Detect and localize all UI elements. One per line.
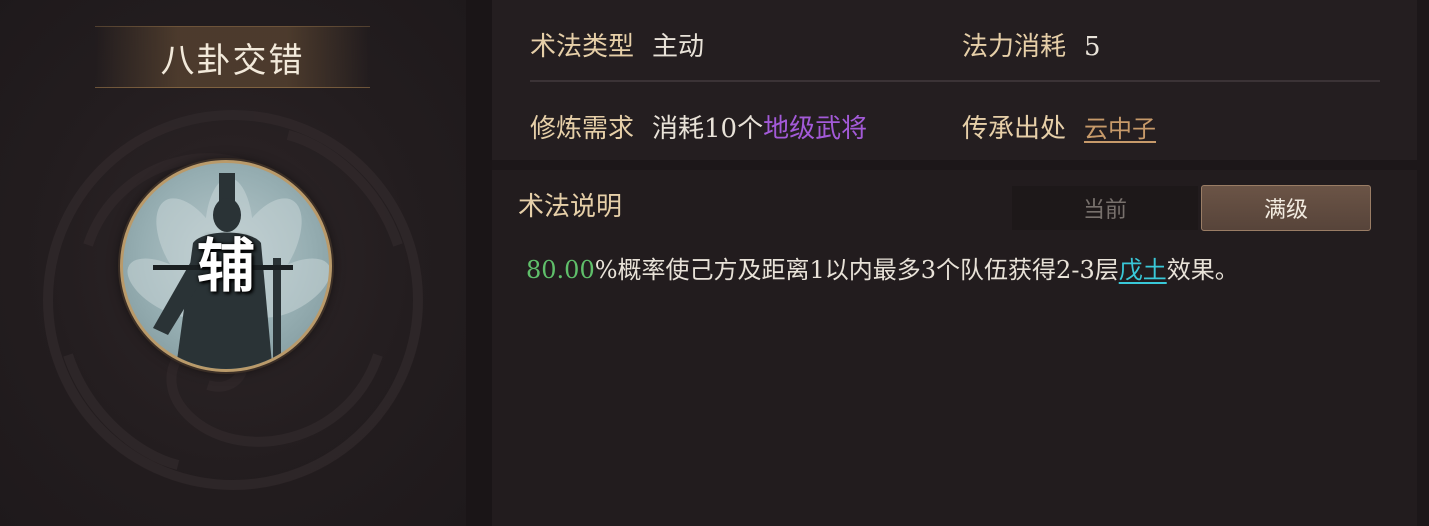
origin-row: 传承出处 云中子 — [962, 108, 1156, 145]
tab-current-level[interactable]: 当前 — [1012, 186, 1198, 230]
skill-portrait: 辅 — [120, 160, 332, 372]
training-general-tier: 地级武将 — [763, 114, 868, 144]
origin-label: 传承出处 — [962, 114, 1067, 144]
info-separator — [530, 80, 1380, 82]
training-requirement-row: 修炼需求 消耗10个地级武将 — [530, 108, 867, 145]
training-requirement-value: 消耗10个地级武将 — [652, 108, 867, 145]
training-cost-text: 消耗10个 — [652, 114, 764, 144]
description-title: 术法说明 — [518, 192, 623, 222]
skill-type-value: 主动 — [652, 32, 705, 62]
mana-cost-row: 法力消耗 5 — [962, 26, 1101, 63]
role-badge: 辅 — [196, 232, 255, 300]
mana-cost-label: 法力消耗 — [962, 32, 1067, 62]
description-body: %概率使己方及距离1以内最多3个队伍获得2-3层 — [594, 256, 1119, 284]
skill-detail-screen: 八卦交错 辅 术法类型 主动 法力消耗 5 修炼需求 消耗10个地级武将 传承出… — [0, 0, 1429, 526]
panel-divider — [466, 0, 492, 526]
skill-name: 八卦交错 — [160, 40, 305, 81]
mana-cost-value: 5 — [1084, 32, 1101, 62]
skill-type-label: 术法类型 — [530, 32, 635, 62]
trigger-percent: 80.00 — [526, 256, 595, 284]
description-suffix: 效果。 — [1166, 256, 1239, 284]
skill-type-row: 术法类型 主动 — [530, 26, 704, 63]
training-requirement-label: 修炼需求 — [530, 114, 635, 144]
skill-name-banner: 八卦交错 — [95, 26, 370, 88]
skill-portrait-panel: 八卦交错 辅 — [0, 0, 466, 526]
tab-max-level[interactable]: 满级 — [1201, 185, 1371, 231]
effect-link[interactable]: 戊土 — [1119, 256, 1167, 284]
origin-general-link[interactable]: 云中子 — [1084, 109, 1156, 144]
skill-description-text: 80.00%概率使己方及距离1以内最多3个队伍获得2-3层戊土效果。 — [526, 250, 1239, 285]
